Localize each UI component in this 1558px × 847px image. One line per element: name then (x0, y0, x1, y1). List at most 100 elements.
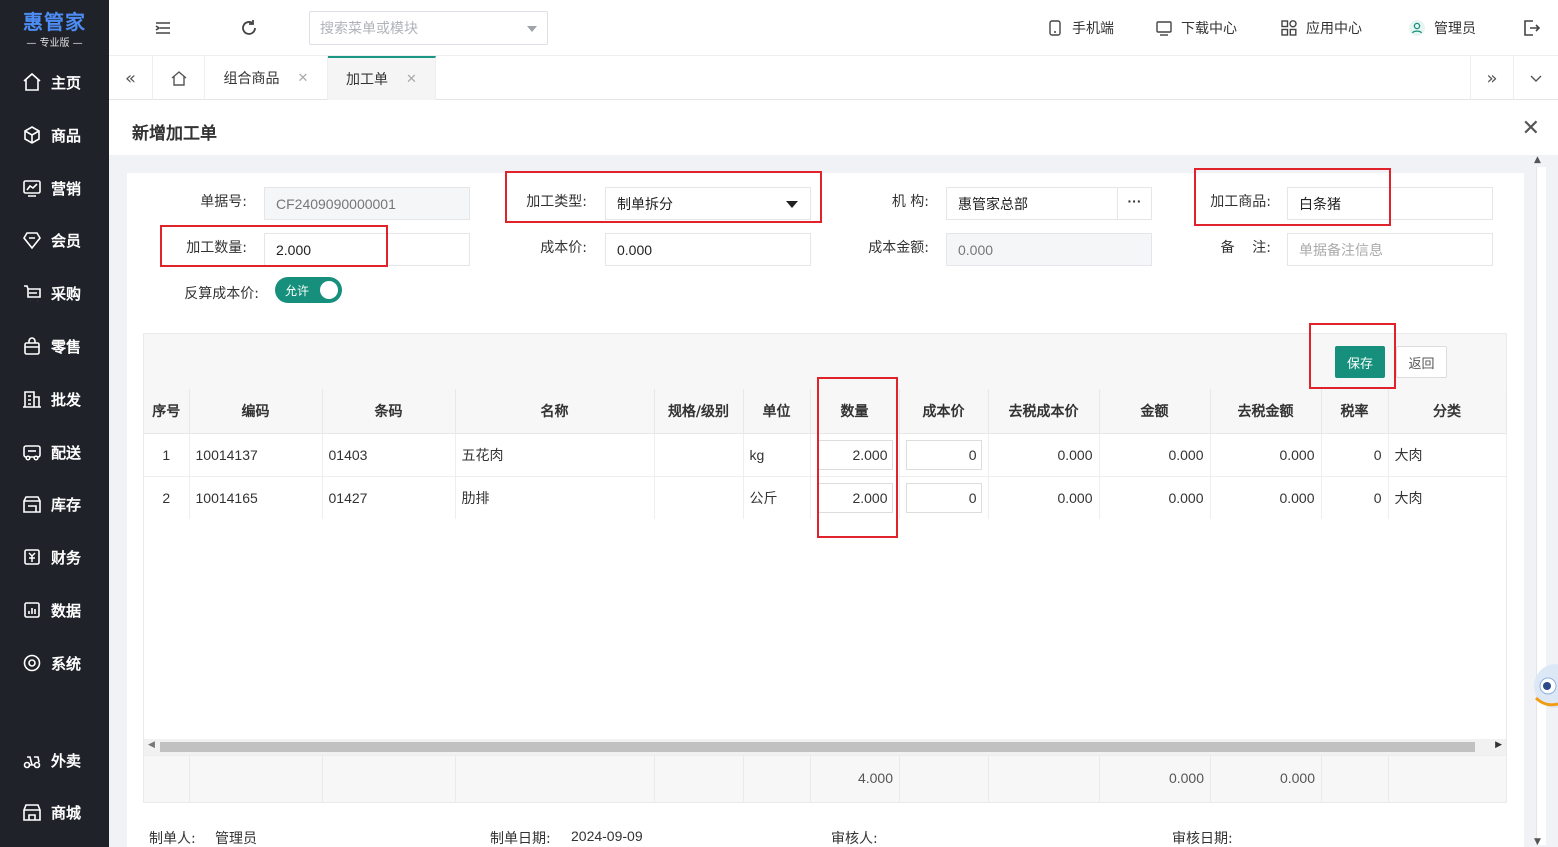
items-table: 序号 编码 条码 名称 规格/级别 单位 数量 成本价 去税成本价 金额 去税金额 税率 分类 1 100… (144, 389, 1507, 520)
table-cell: 大肉 (1388, 433, 1507, 477)
cost-amount-label: 成本金额: (868, 240, 929, 256)
tab-process-order[interactable]: 加工单 ✕ (328, 56, 436, 100)
cost-price-input[interactable]: 0.000 (605, 233, 811, 266)
sidebar-item-6[interactable]: 零售 (0, 326, 109, 366)
sidebar-item-12[interactable]: 系统 (0, 643, 109, 683)
logo: 惠管家 — 专业版 — (0, 0, 109, 55)
user-avatar-icon (1409, 20, 1425, 36)
save-button[interactable]: 保存 (1335, 346, 1385, 378)
cost-price-input[interactable]: 0 (905, 439, 982, 470)
download-center-link[interactable]: 下载中心 (1155, 18, 1237, 38)
scrollbar-thumb[interactable] (160, 742, 1475, 752)
tab-combo-goods[interactable]: 组合商品 ✕ (205, 56, 328, 100)
sidebar-item-label: 主页 (51, 73, 82, 92)
sidebar-item-label: 采购 (51, 284, 82, 303)
sidebar-item-1[interactable]: 主页 (0, 62, 109, 102)
scrollbar-track[interactable] (1536, 167, 1546, 845)
process-type-label: 加工类型: (526, 194, 587, 210)
sidebar-item-7[interactable]: 批发 (0, 379, 109, 419)
close-icon[interactable]: ✕ (298, 71, 309, 86)
sidebar-item-8[interactable]: 配送 (0, 432, 109, 472)
chevron-down-icon (1530, 75, 1542, 82)
logout-icon[interactable] (1521, 18, 1541, 38)
sidebar-item-4[interactable]: 会员 (0, 220, 109, 260)
reverse-cost-toggle[interactable]: 允许 (275, 277, 342, 303)
back-button[interactable]: 返回 (1396, 346, 1447, 378)
page-title: 新增加工单 (132, 124, 217, 144)
table-cell: 2 (144, 476, 190, 520)
sidebar-item-11[interactable]: 数据 (0, 590, 109, 630)
column-header: 编码 (189, 389, 323, 434)
tab-home[interactable] (153, 56, 205, 100)
user-menu[interactable]: 管理员 (1408, 18, 1476, 38)
form-card: 单据号: CF2409090000001 加工类型: 制单拆分 机 构: 惠管家… (127, 168, 1524, 847)
refresh-icon[interactable] (239, 18, 259, 38)
close-icon[interactable]: ✕ (406, 72, 417, 87)
menu-toggle-icon[interactable] (153, 18, 173, 38)
table-cell: 0 (1321, 476, 1389, 520)
remark-input[interactable]: 单据备注信息 (1287, 233, 1493, 266)
vertical-scrollbar[interactable]: ▲ ▼ (1528, 155, 1558, 847)
tabs-dropdown-button[interactable] (1514, 56, 1558, 100)
data-icon (24, 602, 40, 618)
home-icon (171, 71, 186, 86)
search-placeholder: 搜索菜单或模块 (320, 21, 418, 37)
process-type-select[interactable]: 制单拆分 (605, 187, 811, 220)
process-product-value: 白条猪 (1299, 196, 1341, 213)
table-cell: 肋排 (455, 476, 655, 520)
column-header: 去税金额 (1210, 389, 1322, 434)
maker-label: 制单人: (149, 831, 196, 847)
sidebar-item-label: 配送 (51, 443, 82, 462)
warehouse-icon (23, 496, 41, 513)
content-area: 新增加工单 ✕ 单据号: CF2409090000001 加工类型: 制单拆分 … (109, 101, 1558, 847)
phone-icon (1049, 20, 1061, 36)
sidebar-item-5[interactable]: 采购 (0, 273, 109, 313)
horizontal-scrollbar[interactable]: ◀ ▶ (144, 739, 1506, 755)
app-center-link[interactable]: 应用中心 (1280, 18, 1362, 38)
sidebar-item-10[interactable]: 财务 (0, 537, 109, 577)
column-header: 成本价 (899, 389, 989, 434)
close-icon[interactable]: ✕ (1522, 116, 1540, 141)
table-cell[interactable]: 0 (899, 476, 989, 520)
sidebar-item-label: 财务 (51, 548, 82, 567)
delivery-icon (23, 756, 41, 769)
monitor-icon (1156, 21, 1172, 36)
assistant-robot-icon[interactable] (1532, 660, 1558, 712)
user-name: 管理员 (1434, 21, 1476, 37)
doc-no-label: 单据号: (200, 194, 247, 210)
org-field[interactable]: 惠管家总部 ··· (946, 187, 1152, 220)
process-qty-input[interactable]: 2.000 (264, 233, 470, 266)
process-product-field[interactable]: 白条猪 (1287, 187, 1493, 220)
scroll-down-icon[interactable]: ▼ (1534, 837, 1541, 847)
table-cell: 大肉 (1388, 476, 1507, 520)
table-cell[interactable]: 2.000 (810, 433, 900, 477)
table-row[interactable]: 2 10014165 01427 肋排 公斤 2.000 0 0.000 0.000 0.000 0… (144, 476, 1507, 520)
cost-price-input[interactable]: 0 (905, 482, 982, 513)
mobile-link[interactable]: 手机端 (1046, 18, 1114, 38)
qty-input[interactable]: 2.000 (816, 439, 893, 470)
table-row[interactable]: 1 10014137 01403 五花肉 kg 2.000 0 0.000 0.000 0.000… (144, 433, 1507, 477)
sidebar-item-13[interactable]: 外卖 (0, 740, 109, 780)
search-input[interactable]: 搜索菜单或模块 (309, 11, 548, 45)
sidebar-item-9[interactable]: 库存 (0, 484, 109, 524)
scroll-up-icon[interactable]: ▲ (1534, 155, 1541, 165)
column-header: 名称 (455, 389, 655, 434)
app-center-label: 应用中心 (1306, 21, 1362, 37)
apps-grid-icon (1281, 20, 1297, 36)
sidebar-item-3[interactable]: 营销 (0, 168, 109, 208)
table-cell[interactable]: 0 (899, 433, 989, 477)
table-cell[interactable]: 2.000 (810, 476, 900, 520)
chevron-down-icon[interactable] (527, 26, 537, 32)
sidebar-item-14[interactable]: 商城 (0, 792, 109, 832)
scroll-right-icon[interactable]: ▶ (1495, 740, 1502, 750)
scroll-left-icon[interactable]: ◀ (148, 740, 155, 750)
logo-text: 惠管家 (23, 10, 86, 34)
sidebar-item-2[interactable]: 商品 (0, 115, 109, 155)
tabs-scroll-right-button[interactable]: » (1470, 56, 1514, 100)
qty-input[interactable]: 2.000 (816, 482, 893, 513)
make-date-label: 制单日期: (490, 831, 551, 847)
table-cell: 0.000 (1210, 433, 1322, 477)
sidebar-item-label: 数据 (51, 601, 82, 620)
more-options-button[interactable]: ··· (1117, 188, 1151, 219)
tabs-scroll-left-button[interactable]: « (109, 56, 153, 100)
